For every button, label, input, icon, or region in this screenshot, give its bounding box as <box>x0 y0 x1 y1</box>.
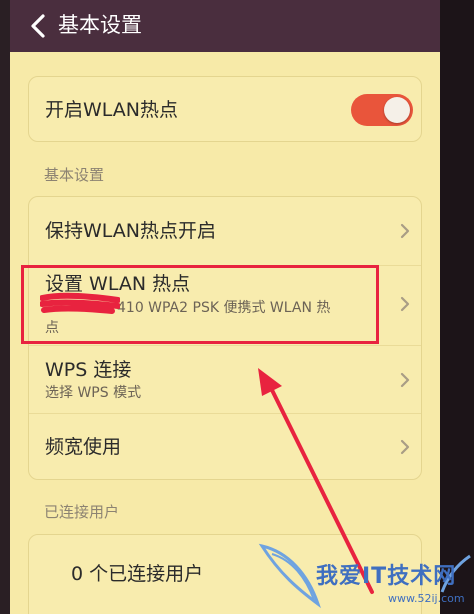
chevron-right-icon <box>400 223 410 239</box>
watermark-url: www.52ij.com <box>388 592 465 605</box>
redaction-scribble <box>40 292 120 314</box>
section-basic-settings: 基本设置 <box>44 166 105 184</box>
chevron-right-icon <box>400 372 410 388</box>
settings-item-label: 频宽使用 <box>45 436 122 458</box>
app-header: 基本设置 <box>10 0 440 52</box>
section-connected-users: 已连接用户 <box>44 503 120 521</box>
chevron-right-icon <box>400 296 410 312</box>
watermark: 我爱IT技术网 www.52ij.com <box>258 534 474 614</box>
wlan-hotspot-toggle[interactable] <box>351 94 413 126</box>
wlan-hotspot-card: 开启WLAN热点 <box>28 76 422 142</box>
watermark-brand: 我爱IT技术网 <box>316 564 457 589</box>
settings-item-label: 保持WLAN热点开启 <box>45 220 217 242</box>
page-title: 基本设置 <box>58 13 142 37</box>
divider <box>29 413 421 414</box>
divider <box>29 345 421 346</box>
chevron-right-icon <box>400 439 410 455</box>
settings-item-label: WPS 连接 <box>45 359 132 381</box>
toggle-knob <box>384 97 410 123</box>
wlan-hotspot-label: 开启WLAN热点 <box>45 99 179 121</box>
connected-users-count: 0 个已连接用户 <box>71 563 204 585</box>
settings-item-subtitle: 选择 WPS 模式 <box>45 385 142 401</box>
back-arrow-icon[interactable] <box>26 12 50 40</box>
screen-edge <box>440 0 474 614</box>
